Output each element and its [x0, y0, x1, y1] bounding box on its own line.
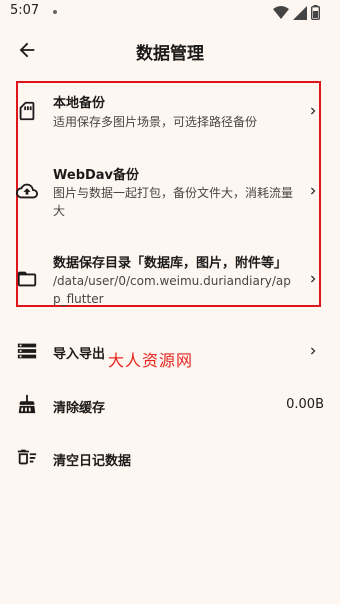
chevron-right-icon: [311, 187, 316, 195]
sd-card-icon: [19, 101, 35, 121]
delete-sweep-icon: [17, 449, 37, 465]
wifi-icon: [273, 5, 289, 19]
chevron-right-icon: [311, 107, 316, 115]
chevron-right-icon: [311, 275, 316, 283]
clear-diary-data-title: 清空日记数据: [53, 454, 132, 469]
storage-icon: [17, 343, 37, 359]
clear-diary-data-item[interactable]: 清空日记数据: [0, 432, 340, 482]
notification-dot-icon: [53, 10, 57, 14]
folder-icon: [17, 271, 37, 287]
clear-cache-item[interactable]: 清除缓存 0.00B: [0, 380, 340, 430]
import-export-title: 导入导出: [53, 347, 106, 362]
data-directory-title: 数据保存目录「数据库，图片，附件等」: [53, 256, 288, 271]
webdav-backup-title: WebDav备份: [53, 168, 140, 183]
status-bar: 5:07: [0, 0, 340, 24]
battery-icon: [311, 5, 320, 20]
local-backup-subtitle: 适用保存多图片场景，可选择路径备份: [53, 115, 258, 129]
cache-size-value: 0.00B: [286, 397, 324, 412]
webdav-backup-item[interactable]: WebDav备份 图片与数据一起打包，备份文件大，消耗流量大: [0, 152, 340, 230]
local-backup-title: 本地备份: [53, 96, 106, 111]
webdav-backup-subtitle: 图片与数据一起打包，备份文件大，消耗流量大: [53, 186, 294, 218]
cloud-upload-icon: [16, 183, 38, 199]
data-directory-path: /data/user/0/com.weimu.duriandiary/app_f…: [53, 274, 291, 306]
clear-cache-title: 清除缓存: [53, 401, 106, 416]
data-directory-item[interactable]: 数据保存目录「数据库，图片，附件等」 /data/user/0/com.weim…: [0, 240, 340, 308]
local-backup-item[interactable]: 本地备份 适用保存多图片场景，可选择路径备份: [0, 82, 340, 152]
chevron-right-icon: [311, 347, 316, 355]
watermark-text: 大人资源网: [108, 351, 194, 370]
app-bar: 数据管理: [0, 30, 340, 70]
signal-icon: [293, 5, 307, 20]
page-title: 数据管理: [136, 44, 204, 64]
broom-icon: [18, 394, 36, 414]
status-time: 5:07: [10, 3, 40, 18]
status-icons: [273, 5, 320, 20]
